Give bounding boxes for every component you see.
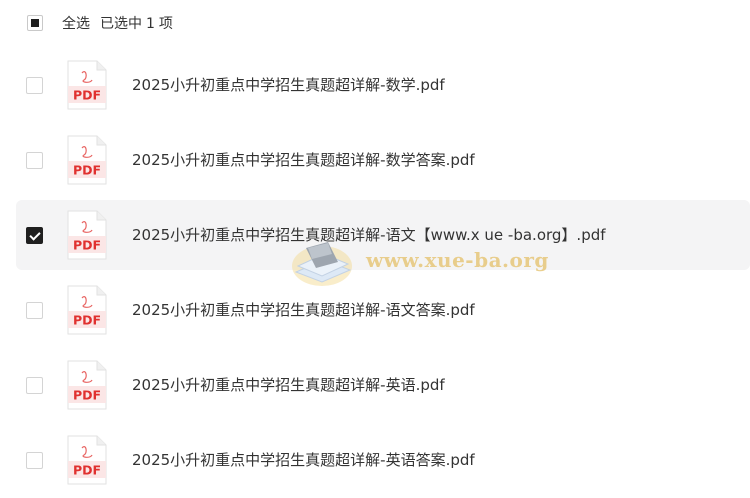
pdf-label: PDF [73, 313, 101, 328]
selected-suffix: 项 [158, 16, 173, 32]
pdf-label: PDF [73, 238, 101, 253]
file-name[interactable]: 2025小升初重点中学招生真题超详解-数学.pdf [132, 75, 445, 95]
file-row[interactable]: PDF 2025小升初重点中学招生真题超详解-数学答案.pdf [0, 123, 750, 198]
selection-summary: 全选 已选中 1 项 [62, 14, 173, 34]
file-name[interactable]: 2025小升初重点中学招生真题超详解-英语答案.pdf [132, 450, 475, 470]
file-name[interactable]: 2025小升初重点中学招生真题超详解-语文答案.pdf [132, 300, 475, 320]
file-checkbox[interactable] [26, 227, 43, 244]
file-checkbox[interactable] [26, 377, 43, 394]
pdf-file-icon: PDF [67, 135, 107, 185]
selection-header: 全选 已选中 1 项 [0, 0, 750, 48]
pdf-file-icon: PDF [67, 435, 107, 485]
file-checkbox[interactable] [26, 452, 43, 469]
file-name[interactable]: 2025小升初重点中学招生真题超详解-英语.pdf [132, 375, 445, 395]
select-all-label[interactable]: 全选 [62, 16, 90, 32]
file-row[interactable]: PDF 2025小升初重点中学招生真题超详解-语文【www.x ue -ba.o… [0, 198, 750, 273]
file-row[interactable]: PDF 2025小升初重点中学招生真题超详解-语文答案.pdf [0, 273, 750, 348]
select-all-checkbox[interactable] [27, 15, 43, 31]
pdf-label: PDF [73, 88, 101, 103]
file-row[interactable]: PDF 2025小升初重点中学招生真题超详解-英语.pdf [0, 348, 750, 423]
pdf-file-icon: PDF [67, 285, 107, 335]
selected-prefix: 已选中 [100, 16, 142, 32]
file-name[interactable]: 2025小升初重点中学招生真题超详解-语文【www.x ue -ba.org】.… [132, 225, 606, 245]
file-checkbox[interactable] [26, 77, 43, 94]
file-name[interactable]: 2025小升初重点中学招生真题超详解-数学答案.pdf [132, 150, 475, 170]
pdf-file-icon: PDF [67, 210, 107, 260]
selected-count: 1 [146, 16, 155, 32]
pdf-file-icon: PDF [67, 360, 107, 410]
pdf-label: PDF [73, 463, 101, 478]
pdf-label: PDF [73, 388, 101, 403]
indeterminate-mark [31, 19, 39, 27]
file-row[interactable]: PDF 2025小升初重点中学招生真题超详解-数学.pdf [0, 48, 750, 123]
pdf-label: PDF [73, 163, 101, 178]
file-checkbox[interactable] [26, 152, 43, 169]
file-row[interactable]: PDF 2025小升初重点中学招生真题超详解-英语答案.pdf [0, 423, 750, 498]
file-checkbox[interactable] [26, 302, 43, 319]
pdf-file-icon: PDF [67, 60, 107, 110]
